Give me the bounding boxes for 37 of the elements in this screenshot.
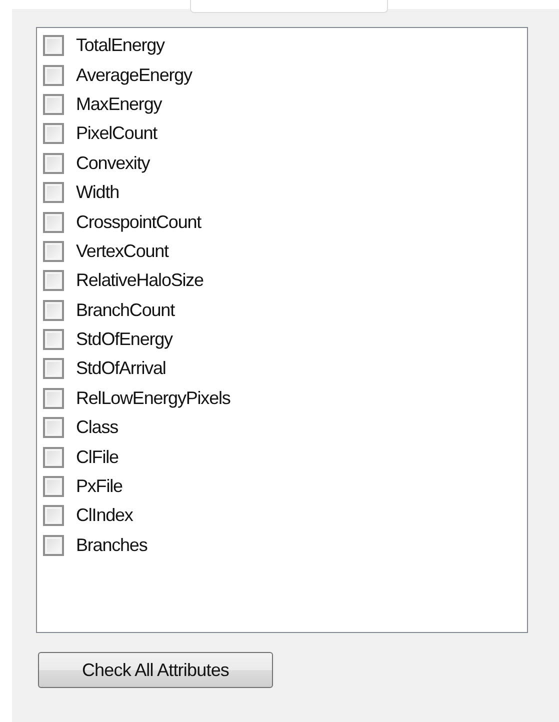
checkbox[interactable] (43, 388, 64, 409)
attribute-item[interactable]: ClFile (43, 442, 118, 472)
attribute-item[interactable]: TotalEnergy (43, 31, 164, 60)
checkbox[interactable] (43, 300, 64, 321)
attribute-item[interactable]: StdOfArrival (43, 354, 166, 384)
check-all-attributes-button[interactable]: Check All Attributes (38, 652, 273, 688)
attribute-item[interactable]: CrosspointCount (43, 207, 202, 237)
attribute-item[interactable]: AverageEnergy (43, 60, 192, 90)
attribute-item[interactable]: Class (43, 413, 118, 442)
attribute-item[interactable]: MaxEnergy (43, 90, 162, 120)
attribute-item[interactable]: Branches (43, 530, 148, 560)
checkbox[interactable] (43, 64, 64, 86)
attribute-item[interactable]: ClIndex (43, 501, 133, 531)
checkbox[interactable] (43, 505, 64, 526)
attribute-item[interactable]: PixelCount (43, 119, 158, 149)
checkbox[interactable] (43, 446, 64, 468)
checkbox[interactable] (43, 212, 64, 233)
checkbox[interactable] (43, 240, 64, 262)
checkbox[interactable] (43, 94, 64, 115)
attribute-item[interactable]: BranchCount (43, 296, 174, 325)
attribute-item[interactable]: VertexCount (43, 236, 168, 266)
checkbox[interactable] (43, 123, 64, 144)
attribute-item[interactable]: Convexity (43, 148, 150, 178)
checkbox[interactable] (43, 329, 64, 350)
checkbox[interactable] (43, 152, 64, 174)
checkbox[interactable] (43, 358, 64, 380)
checkbox[interactable] (43, 270, 64, 292)
checkbox[interactable] (43, 35, 64, 56)
attribute-item[interactable]: RelLowEnergyPixels (43, 384, 230, 414)
attribute-item[interactable]: RelativeHaloSize (43, 266, 204, 296)
attribute-item[interactable]: Width (43, 178, 120, 208)
attribute-item[interactable]: PxFile (43, 472, 122, 502)
attribute-item[interactable]: StdOfEnergy (43, 324, 172, 354)
checkbox[interactable] (43, 182, 64, 204)
checkbox[interactable] (43, 476, 64, 498)
checkbox[interactable] (43, 534, 64, 556)
checkbox[interactable] (43, 417, 64, 438)
